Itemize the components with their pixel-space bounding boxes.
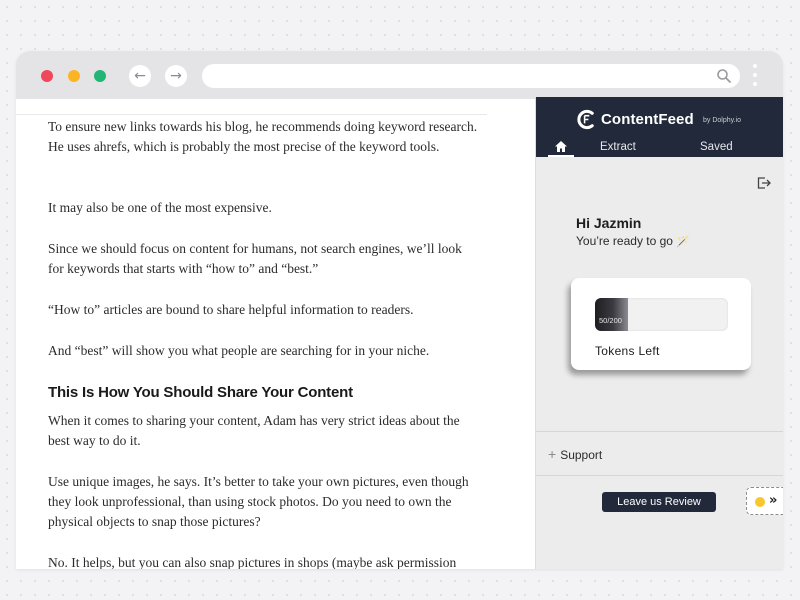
support-label: Support: [560, 448, 603, 462]
article-paragraph: “How to” articles are bound to share hel…: [48, 302, 414, 317]
panel-header: ContentFeed by Dolphy.io Extract Saved: [536, 97, 783, 157]
tokens-count: 50/200: [599, 316, 622, 325]
back-button[interactable]: ←: [129, 65, 151, 87]
article-paragraph: It may also be one of the most expensive…: [48, 200, 272, 215]
active-tab-indicator: [548, 155, 574, 157]
article-paragraph: Use unique images, he says. It’s better …: [48, 474, 469, 529]
article-heading: This Is How You Should Share Your Conten…: [48, 384, 353, 401]
tokens-progress-fill: [595, 298, 629, 331]
contentfeed-panel: ContentFeed by Dolphy.io Extract Saved H…: [535, 97, 783, 569]
double-chevron-right-icon: »: [769, 493, 778, 508]
forward-button[interactable]: →: [165, 65, 187, 87]
leave-review-button[interactable]: Leave us Review: [602, 492, 716, 512]
arrow-right-icon: →: [170, 68, 182, 84]
plus-icon: +: [548, 446, 557, 462]
article-paragraph: When it comes to sharing your content, A…: [48, 413, 460, 448]
status-dot-icon: [755, 497, 765, 507]
tokens-progress-bar: 50/200: [595, 298, 728, 331]
tokens-label: Tokens Left: [595, 344, 660, 358]
greeting-subtitle: You’re ready to go 🪄: [576, 234, 690, 248]
minimize-window-button[interactable]: [68, 70, 80, 82]
greeting: Hi Jazmin: [576, 215, 642, 231]
tab-extract[interactable]: Extract: [600, 141, 636, 153]
subtitle-text: You’re ready to go: [576, 234, 673, 248]
brand-name: ContentFeed: [601, 111, 694, 128]
arrow-left-icon: ←: [134, 68, 146, 84]
contentfeed-logo-icon: [577, 109, 594, 130]
panel-divider: [536, 431, 783, 432]
article-divider: [16, 114, 487, 115]
magic-wand-icon: 🪄: [676, 235, 691, 248]
search-icon[interactable]: [716, 68, 732, 84]
browser-window: ← → To ensure new links towards his blog…: [16, 51, 783, 569]
browser-titlebar: ← →: [16, 51, 783, 99]
panel-divider: [536, 475, 783, 476]
tab-saved[interactable]: Saved: [700, 141, 733, 153]
collapse-panel-button[interactable]: »: [746, 487, 783, 515]
article-paragraph: To ensure new links towards his blog, he…: [48, 119, 478, 154]
close-window-button[interactable]: [41, 70, 53, 82]
article-paragraph: And “best” will show you what people are…: [48, 343, 430, 358]
home-icon: [555, 141, 567, 152]
article-content: To ensure new links towards his blog, he…: [16, 99, 535, 569]
support-link[interactable]: + Support: [548, 446, 602, 462]
maximize-window-button[interactable]: [94, 70, 106, 82]
brand-byline: by Dolphy.io: [703, 117, 742, 124]
tokens-card: 50/200 Tokens Left: [571, 278, 751, 370]
tab-home[interactable]: [548, 140, 574, 157]
browser-menu-icon[interactable]: [751, 64, 759, 88]
logout-icon[interactable]: [756, 175, 772, 191]
article-paragraph: No. It helps, but you can also snap pict…: [48, 555, 457, 569]
article-paragraph: Since we should focus on content for hum…: [48, 241, 462, 276]
address-bar[interactable]: [202, 64, 740, 88]
